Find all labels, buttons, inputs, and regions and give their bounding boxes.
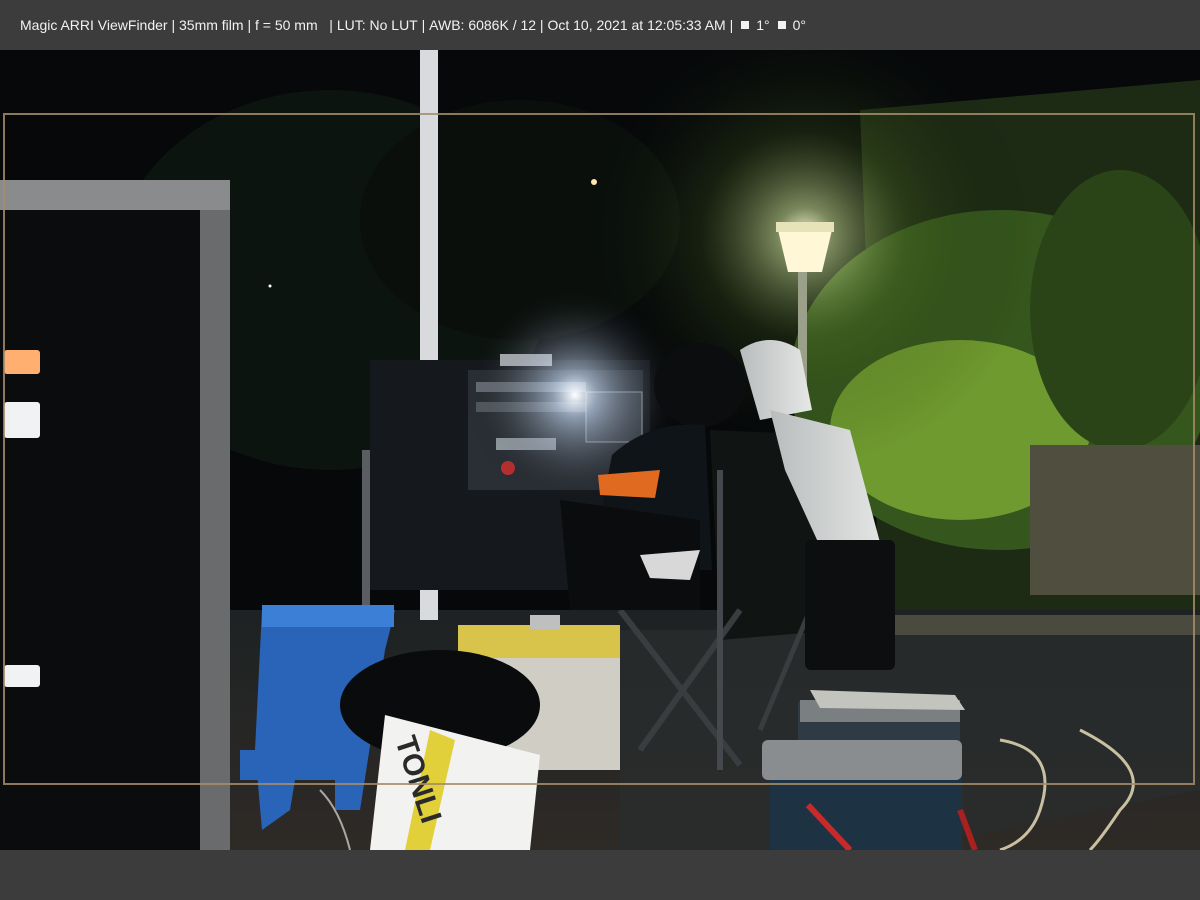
separator: | [243, 17, 255, 33]
tilt-value: 1° [756, 17, 770, 33]
status-bar: Magic ARRI ViewFinder | 35mm film | f = … [0, 0, 1200, 50]
lut-status: LUT: No LUT [336, 17, 418, 33]
focal-length: f = 50 mm [254, 17, 318, 33]
separator: | [317, 17, 337, 33]
white-balance: AWB: 6086K / 12 [429, 17, 537, 33]
timestamp: Oct 10, 2021 at 12:05:33 AM [547, 17, 726, 33]
film-format: 35mm film [179, 17, 244, 33]
separator: | [167, 17, 179, 33]
separator: | [417, 17, 430, 33]
camera-preview[interactable]: TONLI [0, 50, 1200, 850]
roll-value: 0° [792, 17, 807, 33]
separator: | [725, 17, 734, 33]
viewfinder-app: Magic ARRI ViewFinder | 35mm film | f = … [0, 0, 1200, 900]
app-name: Magic ARRI ViewFinder [20, 17, 168, 33]
bottom-bar [0, 850, 1200, 900]
roll-icon [777, 21, 786, 29]
separator: | [536, 17, 548, 33]
night-scene: TONLI [0, 50, 1200, 850]
tilt-icon [741, 21, 750, 29]
status-line: Magic ARRI ViewFinder | 35mm film | f = … [20, 17, 806, 33]
